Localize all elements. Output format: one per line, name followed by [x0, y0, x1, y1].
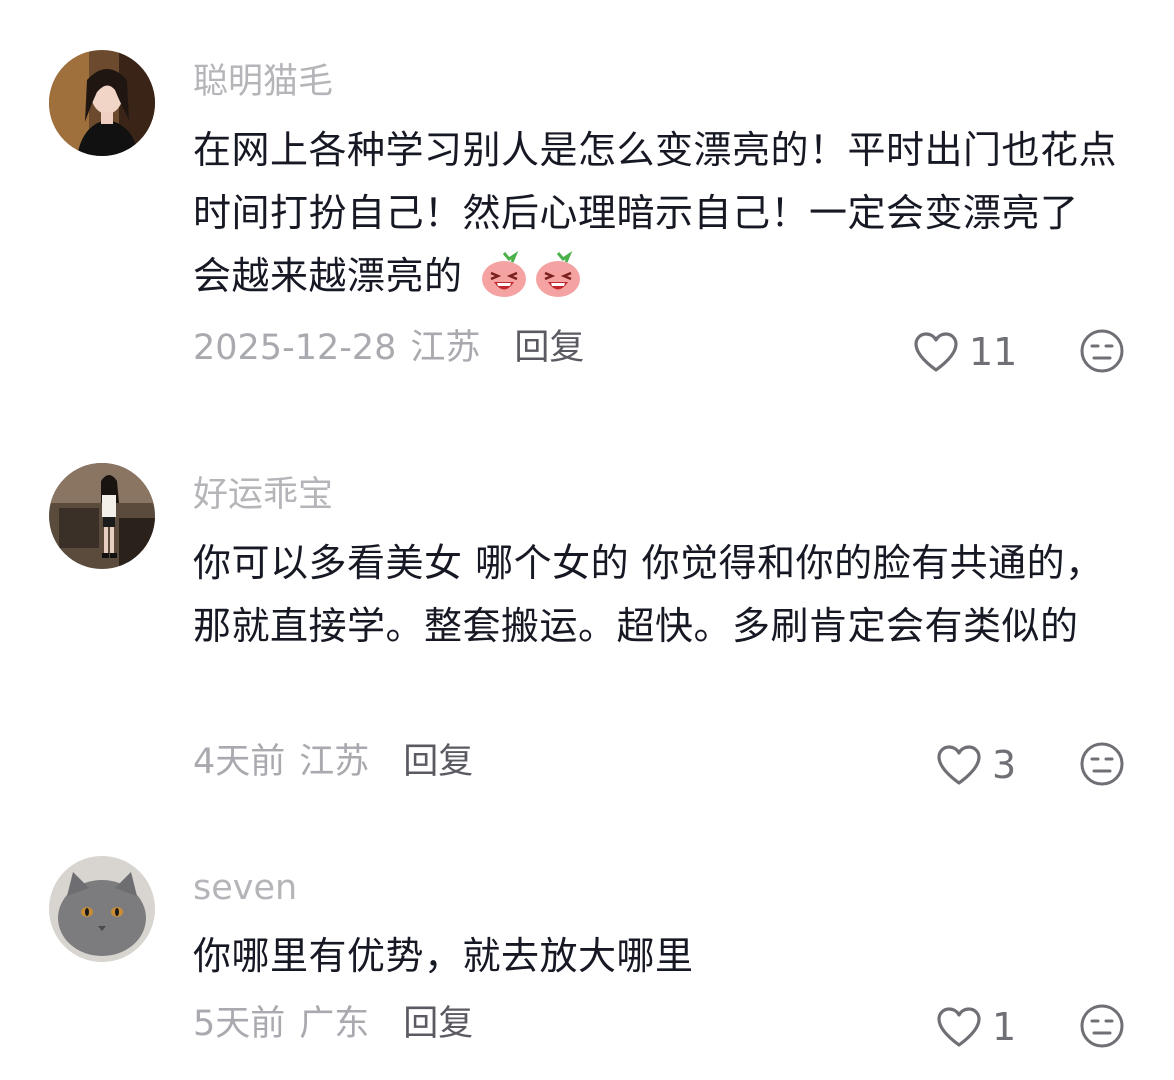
like-button[interactable]: 11 [913, 328, 1017, 376]
like-count: 1 [992, 1005, 1017, 1049]
reply-button[interactable]: 回复 [514, 328, 584, 368]
comment-meta: 5天前 广东 回复 [193, 1002, 473, 1046]
heart-outline-icon [914, 332, 958, 372]
comment-text: 在网上各种学习别人是怎么变漂亮的！平时出门也花点时间打扮自己！然后心理暗示自己！… [193, 119, 1123, 318]
neutral-face-icon [1080, 329, 1124, 373]
dislike-button[interactable] [1079, 328, 1125, 374]
laughing-peach-emoji [533, 249, 583, 318]
neutral-face-icon [1080, 742, 1124, 786]
comment-text: 你可以多看美女 哪个女的 你觉得和你的脸有共通的，那就直接学。整套搬运。超快。多… [193, 541, 1104, 648]
like-button[interactable]: 3 [936, 741, 1016, 789]
dislike-button[interactable] [1079, 1003, 1125, 1049]
reply-button[interactable]: 回复 [403, 1004, 473, 1044]
avatar[interactable] [49, 463, 155, 569]
comment-text: 你哪里有优势，就去放大哪里 [193, 934, 694, 978]
comment-date: 2025-12-28 [193, 328, 397, 368]
dislike-button[interactable] [1079, 741, 1125, 787]
comment-location: 广东 [299, 1004, 370, 1044]
comment-date: 5天前 [193, 1004, 286, 1044]
comment-location: 江苏 [410, 328, 481, 368]
comment-username[interactable]: 好运乖宝 [193, 473, 333, 517]
heart-outline-icon [937, 745, 981, 785]
like-count: 11 [969, 330, 1018, 374]
avatar[interactable] [49, 856, 155, 962]
comment-text-body: 在网上各种学习别人是怎么变漂亮的！平时出门也花点时间打扮自己！然后心理暗示自己！… [193, 128, 1118, 298]
laughing-peach-emoji [479, 249, 529, 318]
avatar[interactable] [49, 50, 155, 156]
comment-username[interactable]: 聪明猫毛 [193, 60, 333, 104]
reply-button[interactable]: 回复 [403, 742, 473, 782]
comment-meta: 4天前 江苏 回复 [193, 740, 473, 784]
heart-outline-icon [937, 1007, 981, 1047]
like-button[interactable]: 1 [936, 1003, 1016, 1051]
neutral-face-icon [1080, 1004, 1124, 1048]
comment-date: 4天前 [193, 742, 286, 782]
comment-meta: 2025-12-28 江苏 回复 [193, 326, 584, 370]
comment-username[interactable]: seven [193, 866, 297, 910]
like-count: 3 [992, 743, 1017, 787]
comment-location: 江苏 [299, 742, 370, 782]
